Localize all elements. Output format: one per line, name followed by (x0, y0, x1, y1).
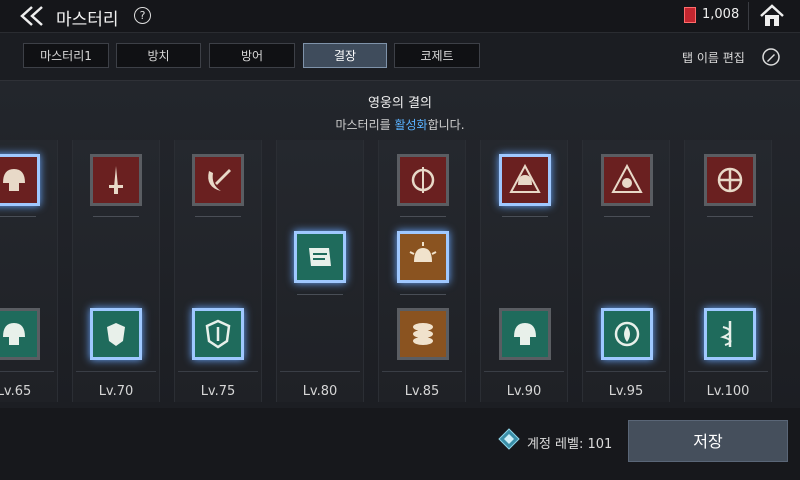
gem-icon (684, 7, 696, 23)
section-title: 영웅의 결의 (368, 96, 432, 111)
divider (76, 371, 156, 372)
helmet-icon (514, 323, 536, 345)
divider (178, 371, 258, 372)
helmet-icon (3, 323, 25, 345)
back-icon[interactable] (18, 5, 48, 27)
tab-defense[interactable]: 방어 (209, 43, 295, 68)
tab-idle[interactable]: 방치 (116, 43, 201, 68)
mastery-skill-slot[interactable] (601, 154, 653, 206)
winged-shield-icon (107, 323, 125, 346)
top-bar: 마스터리 ? 1,008 (0, 0, 800, 33)
divider (502, 216, 548, 217)
divider (400, 294, 446, 295)
mastery-skill-slot[interactable] (601, 308, 653, 360)
scroll-icon (309, 248, 331, 266)
divider (0, 371, 54, 372)
level-label: Lv.65 (0, 384, 32, 399)
edit-tab-name-button[interactable]: 탭 이름 편집 (682, 49, 745, 66)
level-label: Lv.80 (302, 384, 338, 399)
divider (297, 294, 343, 295)
sun-sword-icon (411, 167, 435, 193)
level-label: Lv.85 (404, 384, 440, 399)
helmet-triangle-icon (509, 163, 541, 193)
help-icon[interactable]: ? (134, 7, 151, 24)
sword-emblem-icon (109, 166, 123, 194)
coin-stack-icon (413, 323, 433, 345)
divider (707, 216, 753, 217)
divider (586, 371, 666, 372)
mastery-skill-slot[interactable] (499, 308, 551, 360)
level-label: Lv.100 (706, 384, 750, 399)
level-label: Lv.75 (200, 384, 236, 399)
divider (604, 216, 650, 217)
level-label: Lv.70 (98, 384, 134, 399)
tab-cozette[interactable]: 코제트 (394, 43, 480, 68)
divider (93, 216, 139, 217)
mastery-skill-slot[interactable] (704, 154, 756, 206)
tab-battle[interactable]: 결장 (303, 43, 387, 68)
helmet-rays-icon (409, 242, 437, 262)
mastery-skill-slot[interactable] (90, 154, 142, 206)
divider (280, 371, 360, 372)
divider (484, 371, 564, 372)
divider (748, 2, 749, 30)
save-button[interactable]: 저장 (628, 420, 788, 462)
mastery-skill-slot[interactable] (499, 154, 551, 206)
knot-emblem-icon (717, 167, 743, 193)
level-label: Lv.90 (506, 384, 542, 399)
mastery-skill-slot[interactable] (90, 308, 142, 360)
flame-shield-icon (614, 321, 640, 347)
gem-count: 1,008 (702, 7, 740, 22)
triangle-rune-icon (611, 163, 643, 193)
activate-highlight: 활성화 (394, 118, 428, 132)
crescent-sword-icon (208, 169, 231, 191)
home-icon[interactable] (758, 3, 786, 29)
helmet-icon (3, 169, 25, 191)
section-subtitle: 마스터리를 활성화합니다. (335, 118, 465, 132)
mastery-skill-slot[interactable] (294, 231, 346, 283)
mastery-skill-slot[interactable] (704, 308, 756, 360)
tab-mastery1[interactable]: 마스터리1 (23, 43, 109, 68)
mastery-skill-slot[interactable] (397, 154, 449, 206)
divider (382, 371, 462, 372)
page-title: 마스터리 (56, 10, 119, 30)
mastery-skill-slot[interactable] (192, 154, 244, 206)
mastery-skill-slot[interactable] (0, 154, 40, 206)
pencil-icon[interactable] (762, 48, 780, 66)
caduceus-icon (720, 321, 732, 347)
divider (400, 216, 446, 217)
mastery-skill-slot[interactable] (397, 308, 449, 360)
crest-shield-icon (205, 319, 231, 349)
divider (688, 371, 768, 372)
mastery-skill-slot[interactable] (192, 308, 244, 360)
account-level-icon (498, 428, 520, 450)
mastery-skill-slot[interactable] (0, 308, 40, 360)
level-label: Lv.95 (608, 384, 644, 399)
divider (195, 216, 241, 217)
divider (0, 216, 36, 217)
account-level: 계정 레벨: 101 (527, 437, 613, 452)
mastery-skill-slot[interactable] (397, 231, 449, 283)
